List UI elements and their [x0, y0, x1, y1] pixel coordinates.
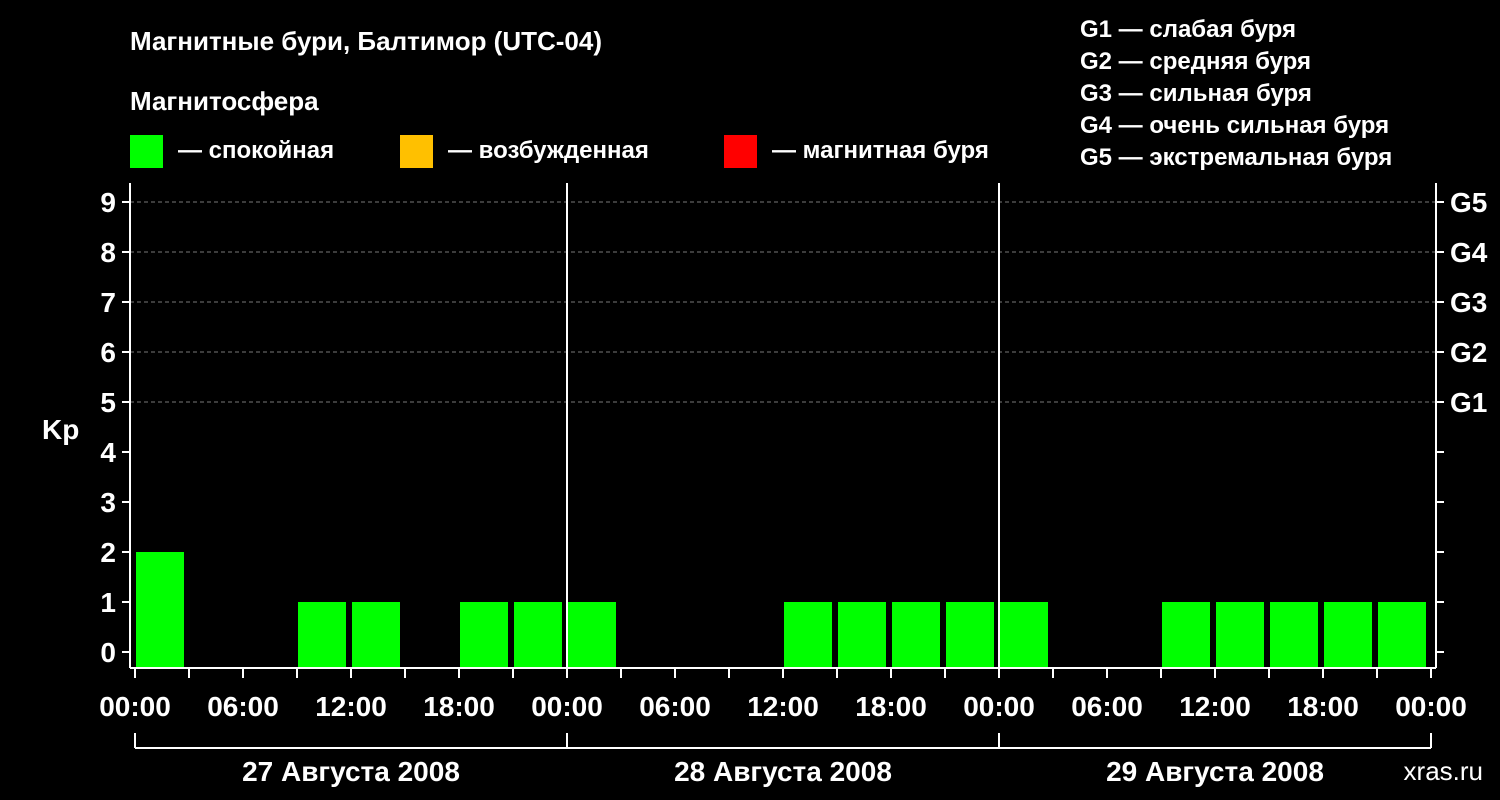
kp-bar-13	[838, 602, 886, 668]
storm-legend-g4: G4 — очень сильная буря	[1080, 112, 1389, 139]
status-legend: — спокойная — возбужденная — магнитная б…	[130, 135, 989, 168]
y-tick-label-9: 9	[100, 187, 116, 218]
y-tick-label-2: 2	[100, 537, 116, 568]
kp-bar-19	[1162, 602, 1210, 668]
storm-scale-legend: G1 — слабая буря G2 — средняя буря G3 — …	[1080, 16, 1392, 171]
kp-bar-0	[136, 552, 184, 668]
y-tick-label-0: 0	[100, 637, 116, 668]
legend-label-quiet: — спокойная	[178, 137, 334, 164]
kp-bar-23	[1378, 602, 1426, 668]
y-tick-label-1: 1	[100, 587, 116, 618]
storm-level-label-g3: G3	[1450, 287, 1487, 318]
y-axis-label: Kp	[42, 414, 79, 445]
legend-swatch-storm	[724, 135, 757, 168]
y-tick-label-5: 5	[100, 387, 116, 418]
x-tick-label-12: 00:00	[1395, 691, 1467, 722]
day-label-1: 28 Августа 2008	[674, 756, 892, 787]
legend-label-active: — возбужденная	[448, 137, 649, 164]
x-tick-label-10: 12:00	[1179, 691, 1251, 722]
watermark: xras.ru	[1404, 756, 1483, 786]
x-tick-label-6: 12:00	[747, 691, 819, 722]
plot-area: 0 1 2 3 4 5 6 7 8 9 G1 G2 G3 G4 G5 00:00 06:00 12:00 18:00…	[99, 183, 1488, 787]
x-tick-label-3: 18:00	[423, 691, 495, 722]
storm-level-label-g5: G5	[1450, 187, 1487, 218]
kp-bar-14	[892, 602, 940, 668]
kp-bar-22	[1324, 602, 1372, 668]
kp-bar-6	[460, 602, 508, 668]
kp-bar-8	[568, 602, 616, 668]
x-tick-label-7: 18:00	[855, 691, 927, 722]
x-tick-label-9: 06:00	[1071, 691, 1143, 722]
x-tick-label-4: 00:00	[531, 691, 603, 722]
storm-legend-g2: G2 — средняя буря	[1080, 48, 1311, 75]
kp-bar-12	[784, 602, 832, 668]
kp-bar-20	[1216, 602, 1264, 668]
legend-title: Магнитосфера	[130, 86, 319, 116]
chart-title: Магнитные бури, Балтимор (UTC-04)	[130, 26, 602, 56]
storm-legend-g1: G1 — слабая буря	[1080, 16, 1296, 43]
storm-level-label-g2: G2	[1450, 337, 1487, 368]
legend-swatch-quiet	[130, 135, 163, 168]
x-tick-label-0: 00:00	[99, 691, 171, 722]
legend-label-storm: — магнитная буря	[772, 137, 989, 164]
y-tick-label-8: 8	[100, 237, 116, 268]
y-tick-label-3: 3	[100, 487, 116, 518]
y-tick-label-7: 7	[100, 287, 116, 318]
x-tick-label-11: 18:00	[1287, 691, 1359, 722]
kp-chart: Магнитные бури, Балтимор (UTC-04) Магнит…	[42, 16, 1488, 787]
kp-bar-21	[1270, 602, 1318, 668]
x-tick-label-1: 06:00	[207, 691, 279, 722]
kp-bar-4	[352, 602, 400, 668]
x-tick-label-8: 00:00	[963, 691, 1035, 722]
storm-legend-g5: G5 — экстремальная буря	[1080, 144, 1392, 171]
y-tick-label-4: 4	[100, 437, 116, 468]
kp-bar-7	[514, 602, 562, 668]
legend-swatch-active	[400, 135, 433, 168]
day-label-2: 29 Августа 2008	[1106, 756, 1324, 787]
storm-legend-g3: G3 — сильная буря	[1080, 80, 1312, 107]
kp-bar-15	[946, 602, 994, 668]
x-tick-label-5: 06:00	[639, 691, 711, 722]
kp-bar-16	[1000, 602, 1048, 668]
storm-level-label-g1: G1	[1450, 387, 1487, 418]
kp-bar-3	[298, 602, 346, 668]
storm-level-label-g4: G4	[1450, 237, 1488, 268]
x-tick-label-2: 12:00	[315, 691, 387, 722]
y-tick-label-6: 6	[100, 337, 116, 368]
day-label-0: 27 Августа 2008	[242, 756, 460, 787]
